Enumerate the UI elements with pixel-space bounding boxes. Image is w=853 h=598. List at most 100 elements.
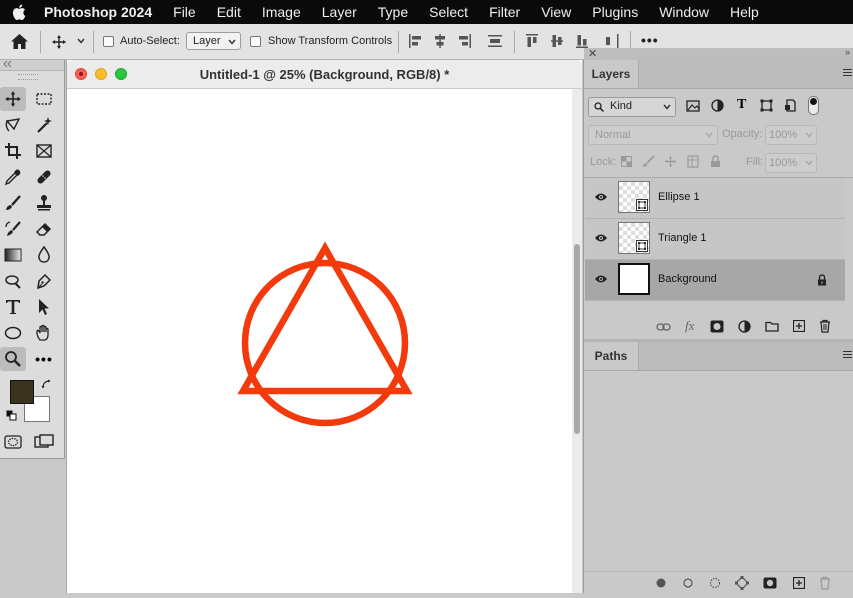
layer-row-selected[interactable]: Background xyxy=(585,260,845,301)
align-vertical-center-icon[interactable] xyxy=(550,33,564,49)
menu-type[interactable]: Type xyxy=(378,4,408,20)
healing-brush-tool[interactable] xyxy=(31,165,57,189)
stroke-path-icon[interactable] xyxy=(683,578,693,588)
add-mask-icon[interactable] xyxy=(710,320,724,333)
more-options-button[interactable]: ••• xyxy=(641,32,659,48)
vertical-scrollbar[interactable] xyxy=(572,89,582,593)
menu-app-name[interactable]: Photoshop 2024 xyxy=(44,4,152,20)
clone-stamp-tool[interactable] xyxy=(31,191,57,215)
add-mask-icon[interactable] xyxy=(763,577,777,589)
menu-window[interactable]: Window xyxy=(659,4,709,20)
foreground-color-swatch[interactable] xyxy=(10,380,34,404)
scrollbar-thumb[interactable] xyxy=(574,244,580,434)
tab-layers[interactable]: Layers xyxy=(584,60,639,88)
collapse-arrows-icon[interactable] xyxy=(2,60,12,68)
blur-tool[interactable] xyxy=(31,243,57,267)
dodge-tool[interactable] xyxy=(0,269,26,293)
type-tool[interactable] xyxy=(0,295,26,319)
brush-tool[interactable] xyxy=(0,191,26,215)
trash-icon[interactable] xyxy=(819,319,831,333)
hand-tool[interactable] xyxy=(31,321,57,345)
align-bottom-icon[interactable] xyxy=(575,33,589,49)
load-path-as-selection-icon[interactable] xyxy=(709,577,721,589)
filter-type-icon[interactable]: T xyxy=(737,97,746,113)
make-work-path-icon[interactable] xyxy=(735,576,749,590)
screen-mode-button[interactable] xyxy=(31,430,57,454)
document-titlebar[interactable]: Untitled-1 @ 25% (Background, RGB/8) * xyxy=(67,60,582,89)
apple-menu-icon[interactable] xyxy=(12,4,26,20)
auto-select-dropdown[interactable]: Layer xyxy=(186,32,241,50)
eraser-tool[interactable] xyxy=(31,217,57,241)
visibility-eye-icon[interactable] xyxy=(594,274,608,284)
menu-filter[interactable]: Filter xyxy=(489,4,520,20)
new-path-icon[interactable] xyxy=(793,577,805,589)
new-group-folder-icon[interactable] xyxy=(765,321,779,332)
show-transform-checkbox[interactable] xyxy=(250,36,261,47)
tab-paths[interactable]: Paths xyxy=(584,342,639,370)
crop-tool[interactable] xyxy=(0,139,26,163)
menu-edit[interactable]: Edit xyxy=(217,4,241,20)
link-layers-icon[interactable] xyxy=(656,322,671,332)
fill-field[interactable]: 100% xyxy=(765,153,817,173)
home-icon[interactable] xyxy=(10,33,29,50)
align-top-icon[interactable] xyxy=(525,33,539,49)
tools-panel-grip[interactable] xyxy=(18,74,38,80)
align-horizontal-center-icon[interactable] xyxy=(433,33,447,49)
frame-tool[interactable] xyxy=(31,139,57,163)
expand-dock-icon[interactable]: » xyxy=(845,47,850,57)
magic-wand-tool[interactable] xyxy=(31,113,57,137)
move-tool[interactable] xyxy=(0,87,26,111)
lock-position-icon[interactable] xyxy=(664,155,677,168)
layer-row[interactable]: Triangle 1 xyxy=(585,219,845,260)
filter-smart-object-icon[interactable] xyxy=(784,99,796,112)
edit-toolbar-button[interactable]: ••• xyxy=(31,347,57,371)
align-right-icon[interactable] xyxy=(458,33,472,49)
menu-select[interactable]: Select xyxy=(429,4,468,20)
chevron-down-icon[interactable] xyxy=(77,38,85,44)
trash-icon[interactable] xyxy=(819,576,831,590)
fx-icon[interactable]: fx xyxy=(685,318,694,334)
layers-panel-menu-icon[interactable] xyxy=(843,69,852,78)
fill-path-icon[interactable] xyxy=(656,578,666,588)
auto-select-checkbox[interactable] xyxy=(103,36,114,47)
close-panel-icon[interactable]: ✕ xyxy=(588,47,597,60)
lock-pixels-icon[interactable] xyxy=(642,155,655,168)
filter-shape-icon[interactable] xyxy=(760,99,773,112)
menu-layer[interactable]: Layer xyxy=(322,4,357,20)
lock-all-icon[interactable] xyxy=(710,155,721,168)
filter-toggle[interactable] xyxy=(808,96,819,115)
zoom-tool[interactable] xyxy=(0,347,26,371)
gradient-tool[interactable] xyxy=(0,243,26,267)
menu-image[interactable]: Image xyxy=(262,4,301,20)
lasso-tool[interactable] xyxy=(0,113,26,137)
new-layer-icon[interactable] xyxy=(793,320,805,332)
eyedropper-tool[interactable] xyxy=(0,165,26,189)
filter-pixel-icon[interactable] xyxy=(686,100,700,112)
menu-help[interactable]: Help xyxy=(730,4,759,20)
distribute-icon[interactable] xyxy=(487,33,503,49)
align-distribute-icon[interactable] xyxy=(604,33,620,49)
canvas[interactable] xyxy=(67,89,572,593)
swap-colors-icon[interactable] xyxy=(41,379,52,390)
quick-mask-button[interactable] xyxy=(0,430,26,454)
triangle-shape[interactable] xyxy=(237,241,413,395)
move-tool-icon[interactable] xyxy=(51,34,67,50)
new-adjustment-layer-icon[interactable] xyxy=(738,320,751,333)
menu-plugins[interactable]: Plugins xyxy=(592,4,638,20)
lock-artboard-icon[interactable] xyxy=(687,155,699,168)
rectangular-marquee-tool[interactable] xyxy=(31,87,57,111)
visibility-eye-icon[interactable] xyxy=(594,233,608,243)
layer-row[interactable]: Ellipse 1 xyxy=(585,178,845,219)
menu-view[interactable]: View xyxy=(541,4,571,20)
filter-adjustment-icon[interactable] xyxy=(711,99,724,112)
paths-panel-menu-icon[interactable] xyxy=(843,351,852,360)
menu-file[interactable]: File xyxy=(173,4,196,20)
blend-mode-dropdown[interactable]: Normal xyxy=(588,125,718,145)
visibility-eye-icon[interactable] xyxy=(594,192,608,202)
default-colors-icon[interactable] xyxy=(6,410,17,421)
opacity-field[interactable]: 100% xyxy=(765,125,817,145)
history-brush-tool[interactable] xyxy=(0,217,26,241)
filter-kind-dropdown[interactable]: Kind xyxy=(588,97,676,117)
path-selection-tool[interactable] xyxy=(31,295,57,319)
pen-tool[interactable] xyxy=(31,269,57,293)
